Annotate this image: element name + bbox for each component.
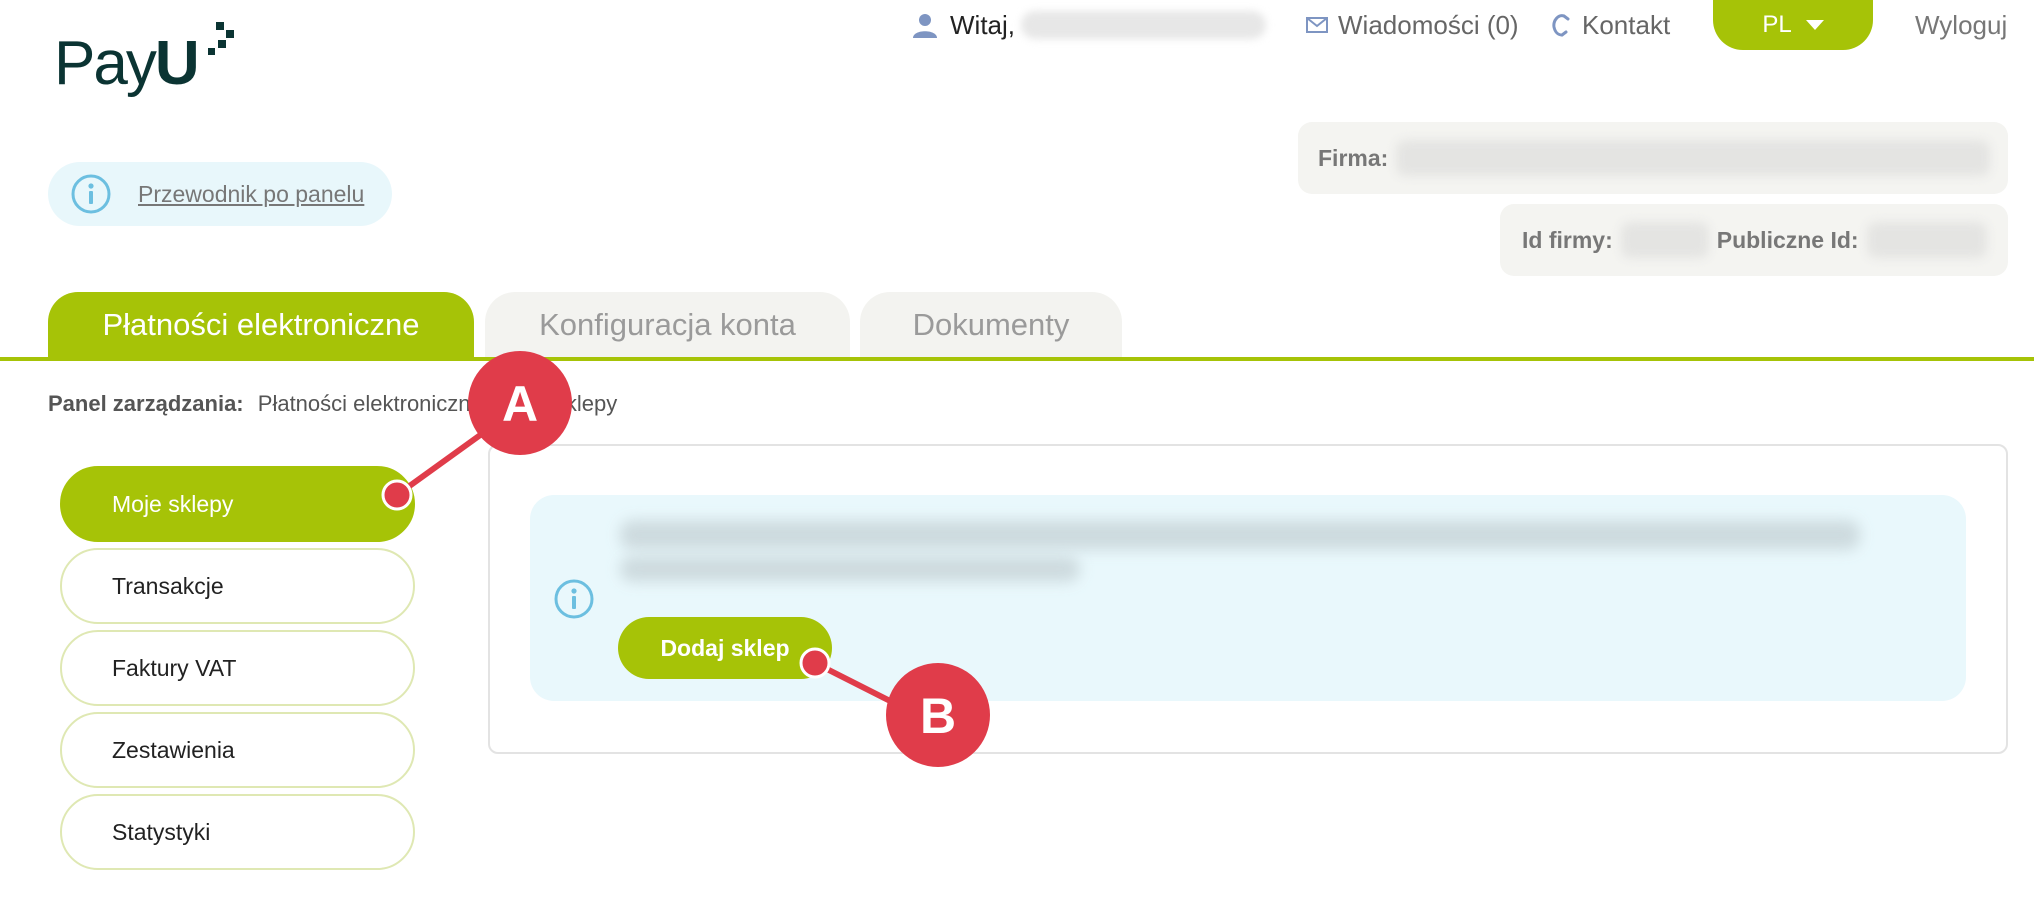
top-bar: Witaj, Wiadomości (0) Kontakt PL Wyloguj <box>0 0 2034 52</box>
logout-link[interactable]: Wyloguj <box>1915 8 2007 42</box>
breadcrumb: Panel zarządzania: Płatności elektronicz… <box>48 391 617 417</box>
tab-documents[interactable]: Dokumenty <box>860 292 1122 358</box>
redacted-company-name <box>1396 140 1991 176</box>
contact-link[interactable]: Kontakt <box>1550 8 1670 42</box>
redacted-user-name <box>1021 11 1266 39</box>
logout-label: Wyloguj <box>1915 9 2008 40</box>
panel-guide[interactable]: Przewodnik po panelu <box>48 162 392 226</box>
redacted-notice-text <box>620 556 1080 582</box>
company-ids: Id firmy: Publiczne Id: <box>1500 204 2008 276</box>
breadcrumb-label: Panel zarządzania: <box>48 391 244 416</box>
sidebar-item-label: Faktury VAT <box>112 654 237 681</box>
redacted-public-id <box>1866 222 1987 258</box>
public-id-label: Publiczne Id: <box>1716 226 1859 253</box>
company-info: Firma: <box>1298 122 2008 194</box>
tab-label: Dokumenty <box>912 307 1070 342</box>
sidebar-item-label: Zestawienia <box>112 736 235 763</box>
welcome-label: Witaj, <box>950 9 1015 40</box>
sidebar-item-transactions[interactable]: Transakcje <box>60 548 415 624</box>
sidebar-item-my-shops[interactable]: Moje sklepy <box>60 466 415 542</box>
tab-underline <box>0 357 2034 361</box>
messages-link[interactable]: Wiadomości (0) <box>1306 8 1519 42</box>
company-id-label: Id firmy: <box>1522 226 1613 253</box>
add-shop-button[interactable]: Dodaj sklep <box>618 617 832 679</box>
welcome-user: Witaj, <box>912 8 1266 42</box>
envelope-icon <box>1306 17 1328 33</box>
caret-down-icon <box>1805 20 1824 30</box>
tab-label: Konfiguracja konta <box>539 307 796 342</box>
guide-link[interactable]: Przewodnik po panelu <box>138 181 364 208</box>
tab-account-configuration[interactable]: Konfiguracja konta <box>485 292 850 358</box>
info-icon <box>554 579 594 619</box>
sidebar-item-label: Statystyki <box>112 818 211 845</box>
tab-electronic-payments[interactable]: Płatności elektroniczne <box>48 292 474 358</box>
breadcrumb-path: Płatności elektroniczne / Moje sklepy <box>257 391 618 416</box>
sidebar-item-vat-invoices[interactable]: Faktury VAT <box>60 630 415 706</box>
phone-icon <box>1552 14 1570 37</box>
messages-label: Wiadomości (0) <box>1338 9 1519 40</box>
tab-label: Płatności elektroniczne <box>102 307 420 342</box>
redacted-notice-text <box>620 520 1860 550</box>
sidebar-item-statistics[interactable]: Statystyki <box>60 794 415 870</box>
main-tabs: Płatności elektroniczne Konfiguracja kon… <box>0 292 2034 362</box>
sidebar-item-label: Moje sklepy <box>112 490 234 517</box>
sidebar-item-reports[interactable]: Zestawienia <box>60 712 415 788</box>
language-selector[interactable]: PL <box>1713 0 1873 50</box>
company-label: Firma: <box>1318 144 1389 171</box>
redacted-company-id <box>1620 222 1709 258</box>
sidebar-item-label: Transakcje <box>112 572 224 599</box>
contact-label: Kontakt <box>1582 9 1671 40</box>
user-icon <box>913 14 937 38</box>
info-icon <box>71 174 111 214</box>
language-label: PL <box>1762 11 1792 38</box>
